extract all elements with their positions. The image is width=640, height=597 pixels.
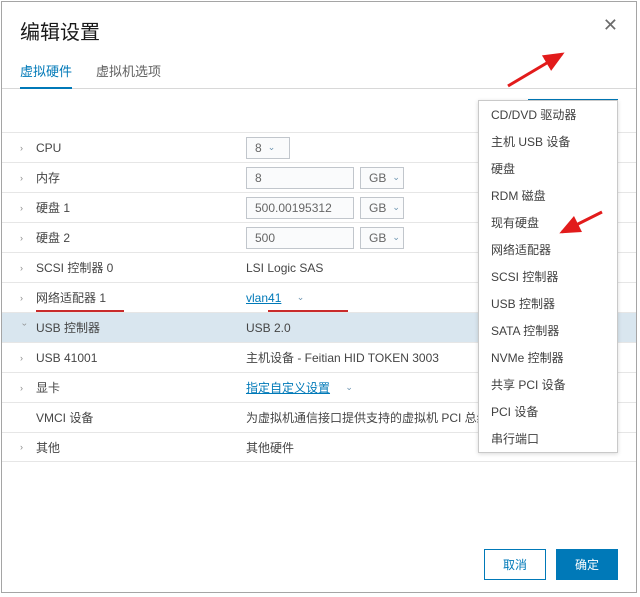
chevron-down-icon: › [20,323,30,333]
memory-unit[interactable]: GB⌄ [360,167,404,189]
chevron-down-icon: ⌄ [392,172,400,183]
row-label: SCSI 控制器 0 [36,259,246,276]
dd-item[interactable]: CD/DVD 驱动器 [479,101,617,128]
row-label: VMCI 设备 [36,409,246,426]
chevron-right-icon: › [20,353,30,363]
nic-select[interactable]: vlan41 ⌄ [246,291,304,305]
row-label: 硬盘 2 [36,229,246,246]
dd-item[interactable]: USB 控制器 [479,290,617,317]
chevron-down-icon: ⌄ [392,232,400,243]
tab-options[interactable]: 虚拟机选项 [96,55,161,88]
cancel-button[interactable]: 取消 [484,549,546,580]
row-label: USB 41001 [36,351,246,365]
dd-item[interactable]: PCI 设备 [479,398,617,425]
dd-item[interactable]: SATA 控制器 [479,317,617,344]
dd-item[interactable]: 硬盘 [479,155,617,182]
chevron-right-icon: › [20,143,30,153]
chevron-right-icon: › [20,293,30,303]
ok-button[interactable]: 确定 [556,549,618,580]
dd-item[interactable]: SCSI 控制器 [479,263,617,290]
dd-item[interactable]: NVMe 控制器 [479,344,617,371]
gpu-select[interactable]: 指定自定义设置 ⌄ [246,379,353,396]
dd-item[interactable]: 网络适配器 [479,236,617,263]
chevron-right-icon: › [20,233,30,243]
chevron-right-icon: › [20,263,30,273]
chevron-down-icon: ⌄ [345,382,353,393]
row-label: 内存 [36,169,246,186]
chevron-right-icon: › [20,442,30,452]
disk1-unit[interactable]: GB⌄ [360,197,404,219]
disk2-input[interactable] [246,227,354,249]
cpu-select[interactable]: 8⌄ [246,137,290,159]
dd-item[interactable]: 共享 PCI 设备 [479,371,617,398]
close-icon[interactable]: ✕ [603,16,618,34]
annotation-underline [36,310,124,312]
annotation-underline [268,310,348,312]
chevron-down-icon: ⌄ [392,202,400,213]
chevron-right-icon: › [20,203,30,213]
memory-input[interactable] [246,167,354,189]
row-label: 硬盘 1 [36,199,246,216]
chevron-right-icon: › [20,383,30,393]
chevron-down-icon: ⌄ [297,292,305,303]
row-label: 网络适配器 1 [36,289,246,306]
disk2-unit[interactable]: GB⌄ [360,227,404,249]
disk1-input[interactable] [246,197,354,219]
add-device-dropdown: CD/DVD 驱动器 主机 USB 设备 硬盘 RDM 磁盘 现有硬盘 网络适配… [478,100,618,453]
dd-item[interactable]: 现有硬盘 [479,209,617,236]
tab-hardware[interactable]: 虚拟硬件 [20,55,72,88]
chevron-down-icon: ⌄ [268,142,276,153]
row-label: CPU [36,141,246,155]
dd-item[interactable]: RDM 磁盘 [479,182,617,209]
row-label: USB 控制器 [36,319,246,336]
chevron-right-icon: › [20,173,30,183]
dd-item[interactable]: 串行端口 [479,425,617,452]
dialog-title: 编辑设置 [20,16,100,45]
dd-item[interactable]: 主机 USB 设备 [479,128,617,155]
row-label: 显卡 [36,379,246,396]
row-label: 其他 [36,439,246,456]
